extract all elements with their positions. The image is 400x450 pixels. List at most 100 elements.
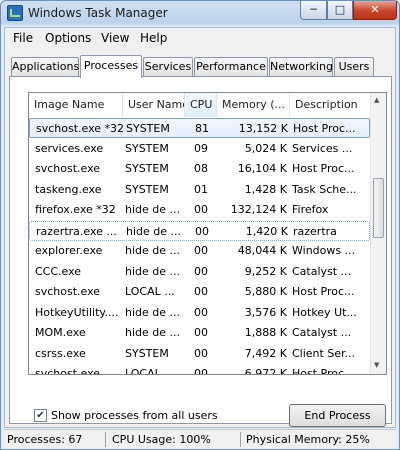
row-memory: 132,124 K	[230, 203, 287, 216]
row-description: Host Proc...	[292, 162, 355, 175]
menu-help[interactable]: Help	[140, 31, 167, 45]
row-image-name: explorer.exe	[35, 244, 103, 257]
row-user-name: SYSTEM	[126, 122, 170, 135]
row-image-name: svchost.exe	[35, 285, 101, 298]
row-description: Hotkey Ut...	[292, 305, 357, 319]
tab-users[interactable]: Users	[334, 57, 374, 77]
window-title: Windows Task Manager	[28, 6, 168, 20]
column-cpu[interactable]: ▼ CPU	[185, 93, 217, 117]
row-description: razertra	[293, 224, 337, 238]
row-user-name: hide de ...	[125, 264, 181, 278]
table-row[interactable]: svchost.exe SYSTEM 08 16,104 K Host Proc...	[29, 159, 370, 179]
row-image-name: MOM.exe	[35, 326, 86, 339]
row-cpu: 00	[194, 326, 208, 339]
row-memory: 9,252 K	[244, 264, 287, 278]
row-memory: 5,024 K	[244, 141, 287, 155]
table-row[interactable]: explorer.exe hide de ... 00 48,044 K Windows…	[29, 241, 370, 261]
close-button[interactable]: ✕	[353, 1, 397, 20]
table-row[interactable]: svchost.exe LOCAL ... 00 5,880 K Host Proc..…	[29, 282, 370, 302]
tab-applications[interactable]: Applications	[11, 57, 79, 77]
row-user-name: hide de ...	[126, 224, 182, 238]
row-image-name: HotkeyUtility....	[35, 305, 119, 319]
row-user-name: SYSTEM	[125, 162, 169, 175]
tab-processes[interactable]: Processes	[80, 55, 142, 78]
row-user-name: hide de ...	[125, 244, 181, 257]
status-divider	[105, 432, 106, 447]
minimize-button[interactable]: ─	[300, 1, 327, 20]
menu-options[interactable]: Options	[45, 31, 91, 45]
menu-view[interactable]: View	[101, 31, 129, 45]
maximize-button[interactable]: □	[327, 1, 353, 20]
row-image-name: firefox.exe *32	[35, 203, 116, 216]
tab-services[interactable]: Services	[143, 57, 193, 77]
table-row[interactable]: firefox.exe *32 hide de ... 00 132,124 K Fir…	[29, 200, 370, 220]
row-user-name: SYSTEM	[125, 182, 169, 196]
menu-file[interactable]: File	[13, 31, 33, 45]
show-all-users-checkbox[interactable]: ✔	[34, 409, 47, 422]
row-memory: 1,420 K	[245, 224, 288, 238]
column-user-name[interactable]: User Name	[123, 93, 185, 117]
row-image-name: CCC.exe	[35, 264, 82, 278]
row-image-name: svchost.exe	[35, 367, 101, 375]
table-row[interactable]: HotkeyUtility.... hide de ... 00 3,576 K Hot…	[29, 303, 370, 323]
table-row[interactable]: razertra.exe ... hide de ... 00 1,420 K raze…	[29, 220, 370, 241]
row-user-name: SYSTEM	[125, 141, 169, 155]
show-all-users-label: Show processes from all users	[51, 409, 218, 422]
row-image-name: services.exe	[35, 141, 104, 155]
row-user-name: hide de ...	[125, 203, 181, 216]
row-image-name: svchost.exe *32	[36, 122, 124, 135]
row-cpu: 00	[195, 224, 209, 238]
row-description: Catalyst ...	[292, 264, 352, 278]
tab-performance[interactable]: Performance	[194, 57, 268, 77]
column-image-name[interactable]: Image Name	[29, 93, 123, 117]
row-cpu: 00	[194, 244, 208, 257]
row-cpu: 00	[194, 203, 208, 216]
row-memory: 1,888 K	[244, 326, 287, 339]
row-description: Task Sche...	[292, 182, 357, 196]
row-cpu: 00	[194, 367, 208, 375]
row-user-name: hide de ...	[125, 305, 181, 319]
table-row[interactable]: CCC.exe hide de ... 00 9,252 K Catalyst ...	[29, 262, 370, 282]
end-process-button[interactable]: End Process	[289, 404, 386, 427]
row-description: Host Proc...	[292, 367, 355, 375]
row-image-name: csrss.exe	[35, 346, 86, 360]
table-row[interactable]: csrss.exe SYSTEM 00 7,492 K Client Ser...	[29, 344, 370, 364]
vertical-scrollbar[interactable]: ▲ ▼	[370, 93, 386, 374]
table-row[interactable]: taskeng.exe SYSTEM 01 1,428 K Task Sche...	[29, 180, 370, 200]
row-description: Client Ser...	[292, 346, 356, 360]
status-cpu-usage: CPU Usage: 100%	[112, 433, 211, 446]
row-cpu: 00	[194, 346, 208, 360]
task-manager-app-icon	[7, 5, 23, 21]
tab-strip: Applications Processes Services Performa…	[11, 55, 391, 78]
row-cpu: 01	[194, 182, 208, 196]
client-area: File Options View Help Applications Proc…	[4, 27, 396, 428]
process-list[interactable]: Image Name User Name ▼ CPU Memory (... D…	[28, 92, 387, 375]
processes-panel: Image Name User Name ▼ CPU Memory (... D…	[9, 76, 392, 427]
column-description[interactable]: Description	[290, 93, 370, 117]
row-description: Windows ...	[292, 244, 356, 257]
row-description: Host Proc...	[292, 285, 355, 298]
row-cpu: 09	[194, 141, 208, 155]
row-user-name: LOCAL ...	[125, 367, 175, 375]
row-memory: 16,104 K	[237, 162, 287, 175]
row-description: Host Proc...	[293, 122, 356, 135]
row-cpu: 81	[195, 122, 209, 135]
table-row[interactable]: MOM.exe hide de ... 00 1,888 K Catalyst ...	[29, 323, 370, 343]
status-processes: Processes: 67	[7, 433, 83, 446]
column-header-row: Image Name User Name ▼ CPU Memory (... D…	[29, 93, 370, 117]
table-row[interactable]: svchost.exe *32 SYSTEM 81 13,152 K Host Proc…	[29, 118, 370, 138]
row-cpu: 00	[194, 264, 208, 278]
scroll-thumb[interactable]	[373, 178, 384, 238]
row-image-name: svchost.exe	[35, 162, 101, 175]
title-bar[interactable]: Windows Task Manager ─ □ ✕	[1, 1, 399, 27]
menu-bar: File Options View Help	[5, 29, 395, 47]
table-row[interactable]: svchost.exe LOCAL ... 00 6,972 K Host Proc..…	[29, 364, 370, 375]
table-row[interactable]: services.exe SYSTEM 09 5,024 K Services ...	[29, 139, 370, 159]
status-divider	[240, 432, 241, 447]
task-manager-window: Windows Task Manager ─ □ ✕ File Options …	[0, 0, 400, 450]
column-memory[interactable]: Memory (...	[217, 93, 290, 117]
status-bar: Processes: 67 CPU Usage: 100% Physical M…	[4, 429, 396, 449]
scroll-up-arrow-icon[interactable]: ▲	[374, 96, 379, 104]
tab-networking[interactable]: Networking	[269, 57, 333, 77]
scroll-down-arrow-icon[interactable]: ▼	[374, 361, 379, 369]
